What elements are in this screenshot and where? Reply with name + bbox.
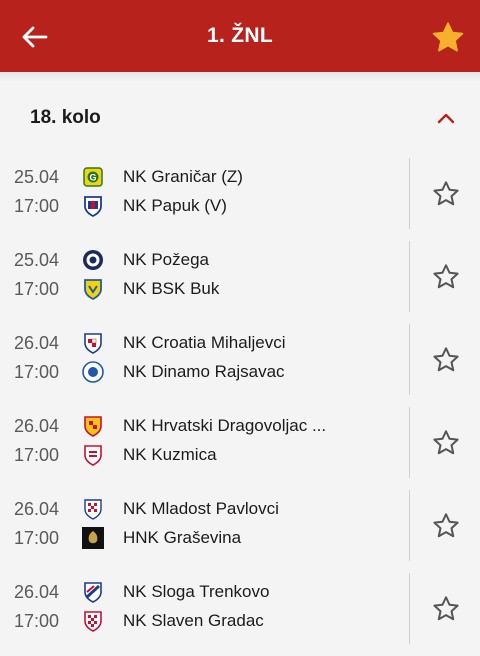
divider: [409, 158, 410, 229]
match-time: 17:00: [14, 279, 60, 299]
match-date: 26.04: [14, 582, 60, 602]
match-date: 26.04: [14, 499, 60, 519]
star-outline-icon: [433, 181, 459, 206]
divider: [409, 490, 410, 561]
favorite-match-button[interactable]: [430, 510, 462, 542]
club-crest-icon: [82, 332, 104, 354]
home-team: NK Sloga Trenkovo: [123, 582, 270, 601]
home-team: NK Mladost Pavlovci: [123, 499, 279, 518]
star-outline-icon: [433, 596, 459, 621]
away-team: NK BSK Buk: [123, 279, 220, 298]
favorite-match-button[interactable]: [430, 593, 462, 625]
match-row[interactable]: 26.04 17:00 NK Sloga Trenkovo NK Slaven …: [0, 573, 480, 656]
round-title: 18. kolo: [30, 107, 101, 128]
club-crest-icon: [82, 527, 104, 549]
match-time: 17:00: [14, 362, 60, 382]
club-crest-icon: [82, 415, 104, 437]
star-outline-icon: [433, 513, 459, 538]
star-filled-icon: [432, 22, 464, 52]
match-time: 17:00: [14, 445, 60, 465]
club-crest-icon: [82, 249, 104, 271]
club-crest-icon: [82, 498, 104, 520]
away-team: NK Papuk (V): [123, 196, 227, 215]
match-date: 26.04: [14, 333, 60, 353]
svg-text:G: G: [89, 173, 96, 183]
club-crest-icon: G: [82, 166, 104, 188]
match-time: 17:00: [14, 528, 60, 548]
star-outline-icon: [433, 347, 459, 372]
away-team: NK Slaven Gradac: [123, 611, 264, 630]
chevron-up-icon: [437, 113, 455, 124]
away-team: HNK Graševina: [123, 528, 242, 547]
app-bar-shadow: [0, 72, 480, 82]
favorite-match-button[interactable]: [430, 261, 462, 293]
divider: [409, 573, 410, 644]
back-button[interactable]: [18, 20, 52, 54]
match-row[interactable]: 26.04 17:00 NK Hrvatski Dragovoljac ... …: [0, 407, 480, 490]
app-bar: 1. ŽNL: [0, 0, 480, 72]
favorite-match-button[interactable]: [430, 344, 462, 376]
star-outline-icon: [433, 264, 459, 289]
home-team: NK Graničar (Z): [123, 167, 243, 186]
match-date: 26.04: [14, 416, 60, 436]
round-header[interactable]: 18. kolo: [0, 82, 480, 154]
divider: [409, 407, 410, 478]
home-team: NK Hrvatski Dragovoljac ...: [123, 416, 327, 435]
match-date: 25.04: [14, 167, 60, 187]
away-team: NK Dinamo Rajsavac: [123, 362, 285, 381]
home-team: NK Požega: [123, 250, 209, 269]
match-row[interactable]: 26.04 17:00 NK Mladost Pavlovci HNK Graš…: [0, 490, 480, 573]
club-crest-icon: [82, 195, 104, 217]
favorite-match-button[interactable]: [430, 427, 462, 459]
favorite-button[interactable]: [428, 18, 468, 58]
collapse-button[interactable]: [434, 106, 458, 130]
match-row[interactable]: 25.04 17:00 G NK Graničar (Z) NK Papuk (…: [0, 158, 480, 241]
match-time: 17:00: [14, 196, 60, 216]
match-list: 25.04 17:00 G NK Graničar (Z) NK Papuk (…: [0, 158, 480, 656]
divider: [409, 324, 410, 395]
club-crest-icon: [82, 278, 104, 300]
club-crest-icon: [82, 610, 104, 632]
away-team: NK Kuzmica: [123, 445, 217, 464]
divider: [409, 241, 410, 312]
club-crest-icon: [82, 361, 104, 383]
match-row[interactable]: 25.04 17:00 NK Požega NK BSK Buk: [0, 241, 480, 324]
star-outline-icon: [433, 430, 459, 455]
home-team: NK Croatia Mihaljevci: [123, 333, 286, 352]
match-row[interactable]: 26.04 17:00 NK Croatia Mihaljevci NK Din…: [0, 324, 480, 407]
club-crest-icon: [82, 444, 104, 466]
match-date: 25.04: [14, 250, 60, 270]
match-time: 17:00: [14, 611, 60, 631]
arrow-left-icon: [22, 26, 48, 48]
club-crest-icon: [82, 581, 104, 603]
favorite-match-button[interactable]: [430, 178, 462, 210]
page-title: 1. ŽNL: [207, 24, 273, 47]
